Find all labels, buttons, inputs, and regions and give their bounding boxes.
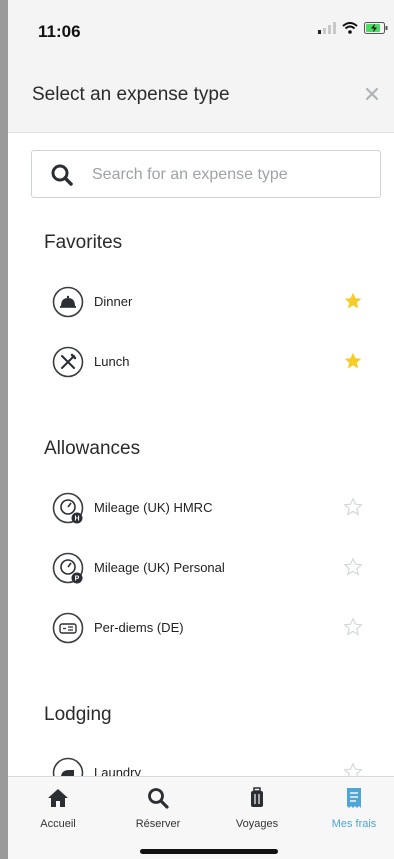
list-item-mileage-hmrc[interactable]: H Mileage (UK) HMRC: [8, 485, 394, 531]
list-item-per-diems[interactable]: Per-diems (DE): [8, 605, 394, 651]
tab-label: Mes frais: [331, 818, 377, 830]
star-outline-icon[interactable]: [343, 617, 363, 637]
bottom-tab-bar: Accueil Réserver Voyages Mes frais: [8, 776, 394, 859]
star-filled-icon[interactable]: [343, 351, 363, 371]
status-icons: [318, 22, 388, 34]
receipt-icon: [347, 788, 361, 808]
mileage-badge: H: [74, 516, 79, 523]
list-item-mileage-personal[interactable]: P Mileage (UK) Personal: [8, 545, 394, 591]
home-indicator: [140, 849, 278, 854]
tab-label: Accueil: [40, 818, 76, 830]
star-outline-icon[interactable]: [343, 497, 363, 517]
dinner-cloche-icon: [52, 286, 84, 318]
mileage-badge: P: [75, 576, 80, 583]
list-item-lunch[interactable]: Lunch: [8, 339, 394, 385]
wifi-icon: [342, 22, 358, 34]
section-title-lodging: Lodging: [44, 704, 112, 725]
tab-reserver[interactable]: Réserver: [118, 787, 198, 830]
signal-icon: [318, 22, 336, 34]
list-item-label: Dinner: [94, 294, 133, 309]
tab-accueil[interactable]: Accueil: [18, 787, 98, 830]
search-box[interactable]: [31, 150, 381, 198]
list-item-label: Lunch: [94, 354, 130, 369]
search-icon: [148, 788, 169, 809]
star-filled-icon[interactable]: [343, 291, 363, 311]
per-diem-icon: [52, 612, 84, 644]
list-item-label: Mileage (UK) HMRC: [94, 500, 213, 515]
luggage-icon: [251, 787, 263, 807]
home-icon: [48, 789, 68, 807]
odometer-icon: P: [52, 552, 84, 584]
battery-charging-icon: [364, 22, 388, 34]
star-outline-icon[interactable]: [343, 557, 363, 577]
app-frame: 11:06 Select an expense type Search for …: [8, 0, 394, 859]
close-icon: [365, 87, 379, 101]
tab-label: Voyages: [235, 818, 279, 830]
close-button[interactable]: [360, 82, 384, 106]
status-bar: 11:06: [8, 0, 394, 56]
status-time: 11:06: [38, 22, 81, 41]
fork-knife-icon: [52, 346, 84, 378]
section-title-favorites: Favorites: [44, 232, 123, 253]
page-title: Select an expense type: [32, 84, 230, 105]
list-item-label: Mileage (UK) Personal: [94, 560, 225, 575]
tab-label: Réserver: [135, 818, 181, 830]
list-item-label: Per-diems (DE): [94, 620, 184, 635]
odometer-icon: H: [52, 492, 84, 524]
search-input[interactable]: [90, 159, 374, 191]
tab-mes-frais[interactable]: Mes frais: [314, 787, 394, 830]
section-title-allowances: Allowances: [44, 438, 141, 459]
search-icon: [51, 164, 73, 186]
tab-voyages[interactable]: Voyages: [217, 787, 297, 830]
list-item-dinner[interactable]: Dinner: [8, 279, 394, 325]
modal-header: Select an expense type: [8, 56, 394, 133]
